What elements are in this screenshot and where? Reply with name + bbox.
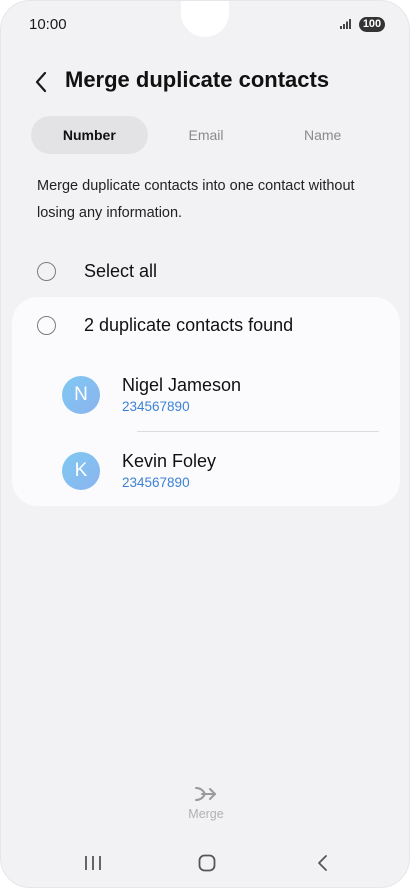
tab-bar: Number Email Name xyxy=(31,116,381,154)
back-icon xyxy=(318,855,327,871)
merge-label: Merge xyxy=(188,807,224,821)
select-all-label: Select all xyxy=(84,260,158,281)
merge-icon xyxy=(195,787,216,801)
page-title: Merge duplicate contacts xyxy=(65,67,330,92)
contact-number: 234567890 xyxy=(122,399,190,414)
battery-icon: 100 xyxy=(359,17,385,32)
select-all-radio[interactable] xyxy=(37,261,56,281)
contact-item[interactable]: K Kevin Foley 234567890 xyxy=(62,450,382,492)
duplicate-group-card: 2 duplicate contacts found N Nigel James… xyxy=(12,297,400,506)
tab-name[interactable]: Name xyxy=(264,116,381,154)
divider xyxy=(137,431,379,432)
group-label: 2 duplicate contacts found xyxy=(84,315,294,335)
group-radio[interactable] xyxy=(37,316,56,335)
chevron-left-icon xyxy=(35,71,47,93)
camera-notch xyxy=(181,1,229,37)
merge-button[interactable]: Merge xyxy=(176,785,236,821)
tab-number[interactable]: Number xyxy=(31,116,148,154)
contact-number: 234567890 xyxy=(122,475,190,490)
contact-item[interactable]: N Nigel Jameson 234567890 xyxy=(62,374,382,416)
contact-name: Nigel Jameson xyxy=(122,375,242,395)
contact-name: Kevin Foley xyxy=(122,451,217,471)
screen: 10:00 100 Merge duplicate contacts Numbe… xyxy=(0,0,410,888)
recent-apps-button[interactable] xyxy=(78,849,108,877)
description-text: Merge duplicate contacts into one contac… xyxy=(37,178,355,221)
recent-apps-icon xyxy=(85,856,101,870)
home-icon xyxy=(198,854,216,872)
status-time: 10:00 xyxy=(29,16,67,33)
avatar: N xyxy=(62,376,100,414)
nav-back-button[interactable] xyxy=(307,849,337,877)
back-button[interactable] xyxy=(27,67,55,97)
select-all-row[interactable]: Select all xyxy=(37,259,157,283)
tab-email[interactable]: Email xyxy=(148,116,265,154)
signal-icon xyxy=(340,19,351,29)
home-button[interactable] xyxy=(192,849,222,877)
avatar: K xyxy=(62,452,100,490)
system-nav-bar xyxy=(1,849,409,877)
duplicate-group-row[interactable]: 2 duplicate contacts found xyxy=(37,315,293,336)
